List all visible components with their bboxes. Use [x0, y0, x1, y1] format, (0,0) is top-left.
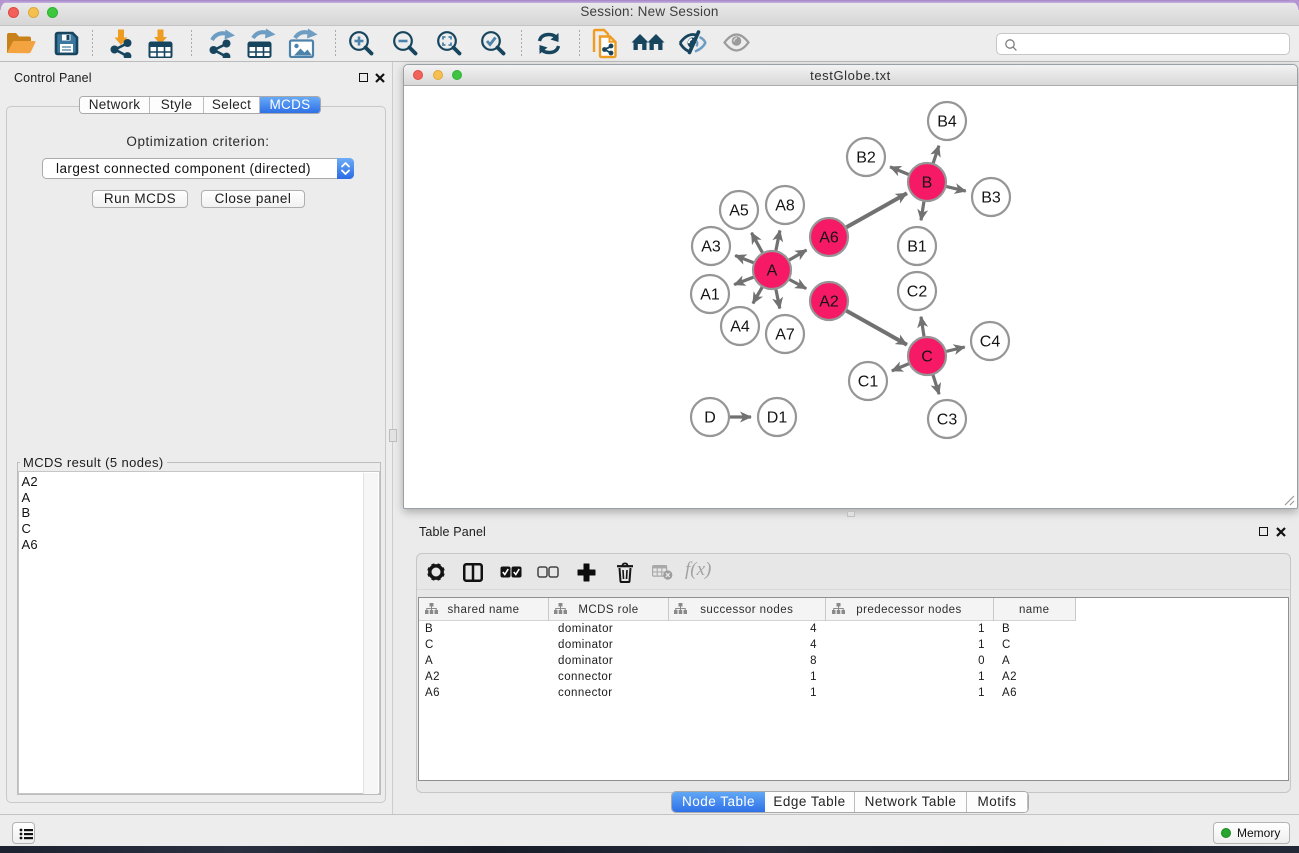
svg-text:A2: A2	[819, 294, 839, 311]
svg-text:A7: A7	[775, 327, 795, 344]
svg-text:B2: B2	[856, 150, 876, 167]
svg-text:B3: B3	[981, 190, 1001, 207]
svg-text:D: D	[704, 410, 716, 427]
svg-text:B4: B4	[937, 114, 957, 131]
svg-text:C3: C3	[937, 412, 958, 429]
svg-text:A: A	[767, 263, 778, 280]
svg-text:A5: A5	[729, 203, 749, 220]
svg-text:C4: C4	[980, 334, 1001, 351]
svg-text:C2: C2	[907, 284, 928, 301]
svg-text:A3: A3	[701, 239, 721, 256]
svg-text:B1: B1	[907, 239, 927, 256]
svg-text:D1: D1	[767, 410, 788, 427]
svg-text:A8: A8	[775, 198, 795, 215]
svg-text:C1: C1	[858, 374, 879, 391]
svg-text:B: B	[922, 175, 933, 192]
svg-text:A1: A1	[700, 287, 720, 304]
svg-text:A4: A4	[730, 319, 750, 336]
svg-text:C: C	[921, 349, 933, 366]
svg-text:A6: A6	[819, 230, 839, 247]
